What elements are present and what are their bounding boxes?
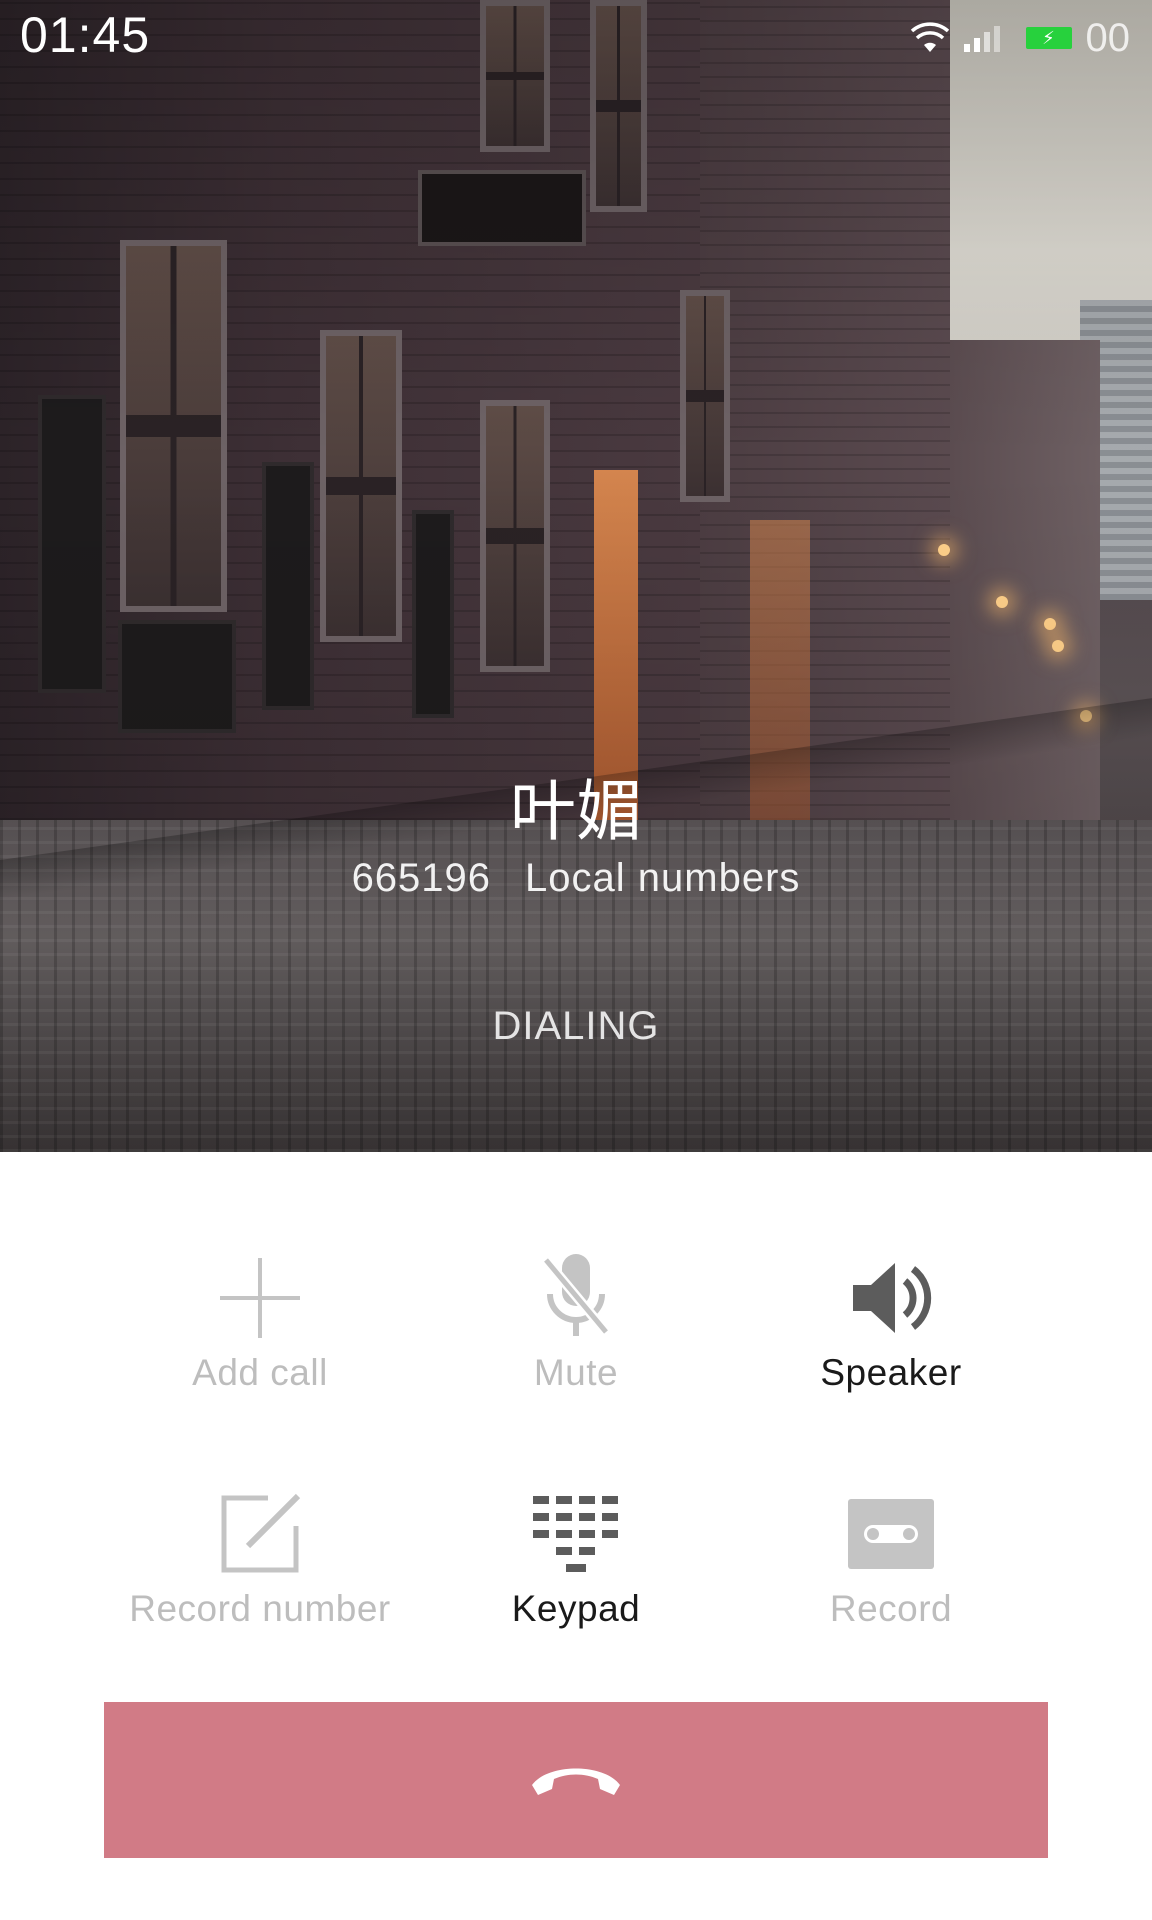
signal-icon [963, 22, 1012, 54]
hang-up-icon [528, 1757, 624, 1804]
battery-charging-icon: ⚡ [1025, 27, 1072, 49]
mic-off-icon [536, 1252, 616, 1349]
status-icons: ⚡ 00 [910, 16, 1131, 60]
status-time: 01:45 [20, 7, 151, 63]
keypad-icon [533, 1495, 619, 1577]
speaker-icon [849, 1259, 933, 1342]
speaker-button[interactable]: Speaker [726, 1252, 1056, 1422]
caller-details: 665196 Local numbers [0, 856, 1152, 901]
plus-icon [218, 1256, 302, 1345]
status-bar: 01:45 ⚡ 00 [0, 0, 1152, 70]
bolt-icon: ⚡ [1042, 28, 1055, 48]
end-call-button[interactable] [104, 1702, 1048, 1858]
record-number-label: Record number [129, 1588, 391, 1629]
record-label: Record [829, 1588, 953, 1629]
keypad-label: Keypad [511, 1588, 641, 1629]
record-number-button[interactable]: Record number [95, 1488, 425, 1658]
mute-label: Mute [533, 1352, 619, 1393]
record-button[interactable]: Record [726, 1488, 1056, 1658]
caller-name: 叶媚 [510, 773, 642, 850]
call-status: DIALING [492, 1004, 660, 1048]
caller-location: Local numbers [525, 856, 801, 900]
record-tape-icon [848, 1498, 934, 1574]
edit-note-icon [218, 1492, 302, 1581]
mute-button[interactable]: Mute [411, 1252, 741, 1422]
scene-overlay [0, 0, 1152, 1152]
wifi-icon [910, 22, 950, 54]
speaker-label: Speaker [820, 1352, 962, 1393]
keypad-button[interactable]: Keypad [411, 1488, 741, 1658]
caller-number: 665196 [351, 856, 492, 900]
battery-percent: 00 [1085, 16, 1131, 60]
add-call-button[interactable]: Add call [95, 1252, 425, 1422]
call-background-image [0, 0, 1152, 1152]
add-call-label: Add call [192, 1352, 328, 1393]
